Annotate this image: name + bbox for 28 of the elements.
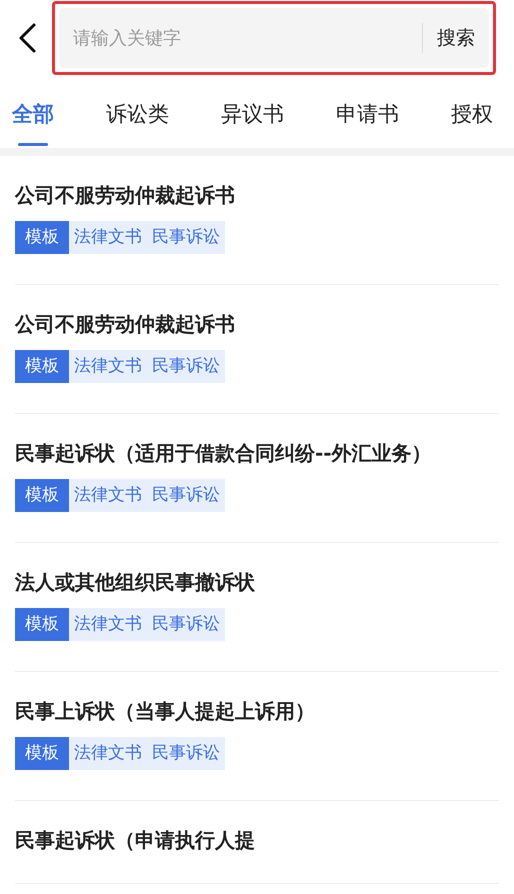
search-field[interactable]: 请输入关键字 搜索 — [59, 8, 489, 68]
template-tag: 模板 — [15, 221, 69, 254]
document-title[interactable]: 民事起诉状（申请执行人提 — [15, 827, 499, 853]
category-tag: 民事诉讼 — [147, 608, 225, 641]
document-title[interactable]: 公司不服劳动仲裁起诉书 — [15, 182, 499, 208]
document-title[interactable]: 民事起诉状（适用于借款合同纠纷--外汇业务） — [15, 440, 499, 466]
category-tab[interactable]: 申请书 — [336, 98, 399, 148]
document-title[interactable]: 公司不服劳动仲裁起诉书 — [15, 311, 499, 337]
search-button[interactable]: 搜索 — [423, 24, 489, 52]
document-title[interactable]: 法人或其他组织民事撤诉状 — [15, 569, 499, 595]
category-tag: 法律文书 — [69, 737, 147, 770]
category-tab[interactable]: 全部 — [12, 98, 54, 148]
document-title[interactable]: 民事上诉状（当事人提起上诉用） — [15, 698, 499, 724]
template-tag: 模板 — [15, 608, 69, 641]
template-tag: 模板 — [15, 350, 69, 383]
category-tag: 法律文书 — [69, 479, 147, 512]
category-tag: 法律文书 — [69, 608, 147, 641]
template-tag: 模板 — [15, 737, 69, 770]
category-tab[interactable]: 授权 — [451, 98, 493, 148]
template-tag: 模板 — [15, 479, 69, 512]
category-tag: 法律文书 — [69, 350, 147, 383]
category-tag: 民事诉讼 — [147, 221, 225, 254]
category-tag: 法律文书 — [69, 221, 147, 254]
category-tag: 民事诉讼 — [147, 479, 225, 512]
category-tag: 民事诉讼 — [147, 737, 225, 770]
category-tag: 民事诉讼 — [147, 350, 225, 383]
category-tab[interactable]: 诉讼类 — [106, 98, 169, 148]
category-tab[interactable]: 异议书 — [221, 98, 284, 148]
